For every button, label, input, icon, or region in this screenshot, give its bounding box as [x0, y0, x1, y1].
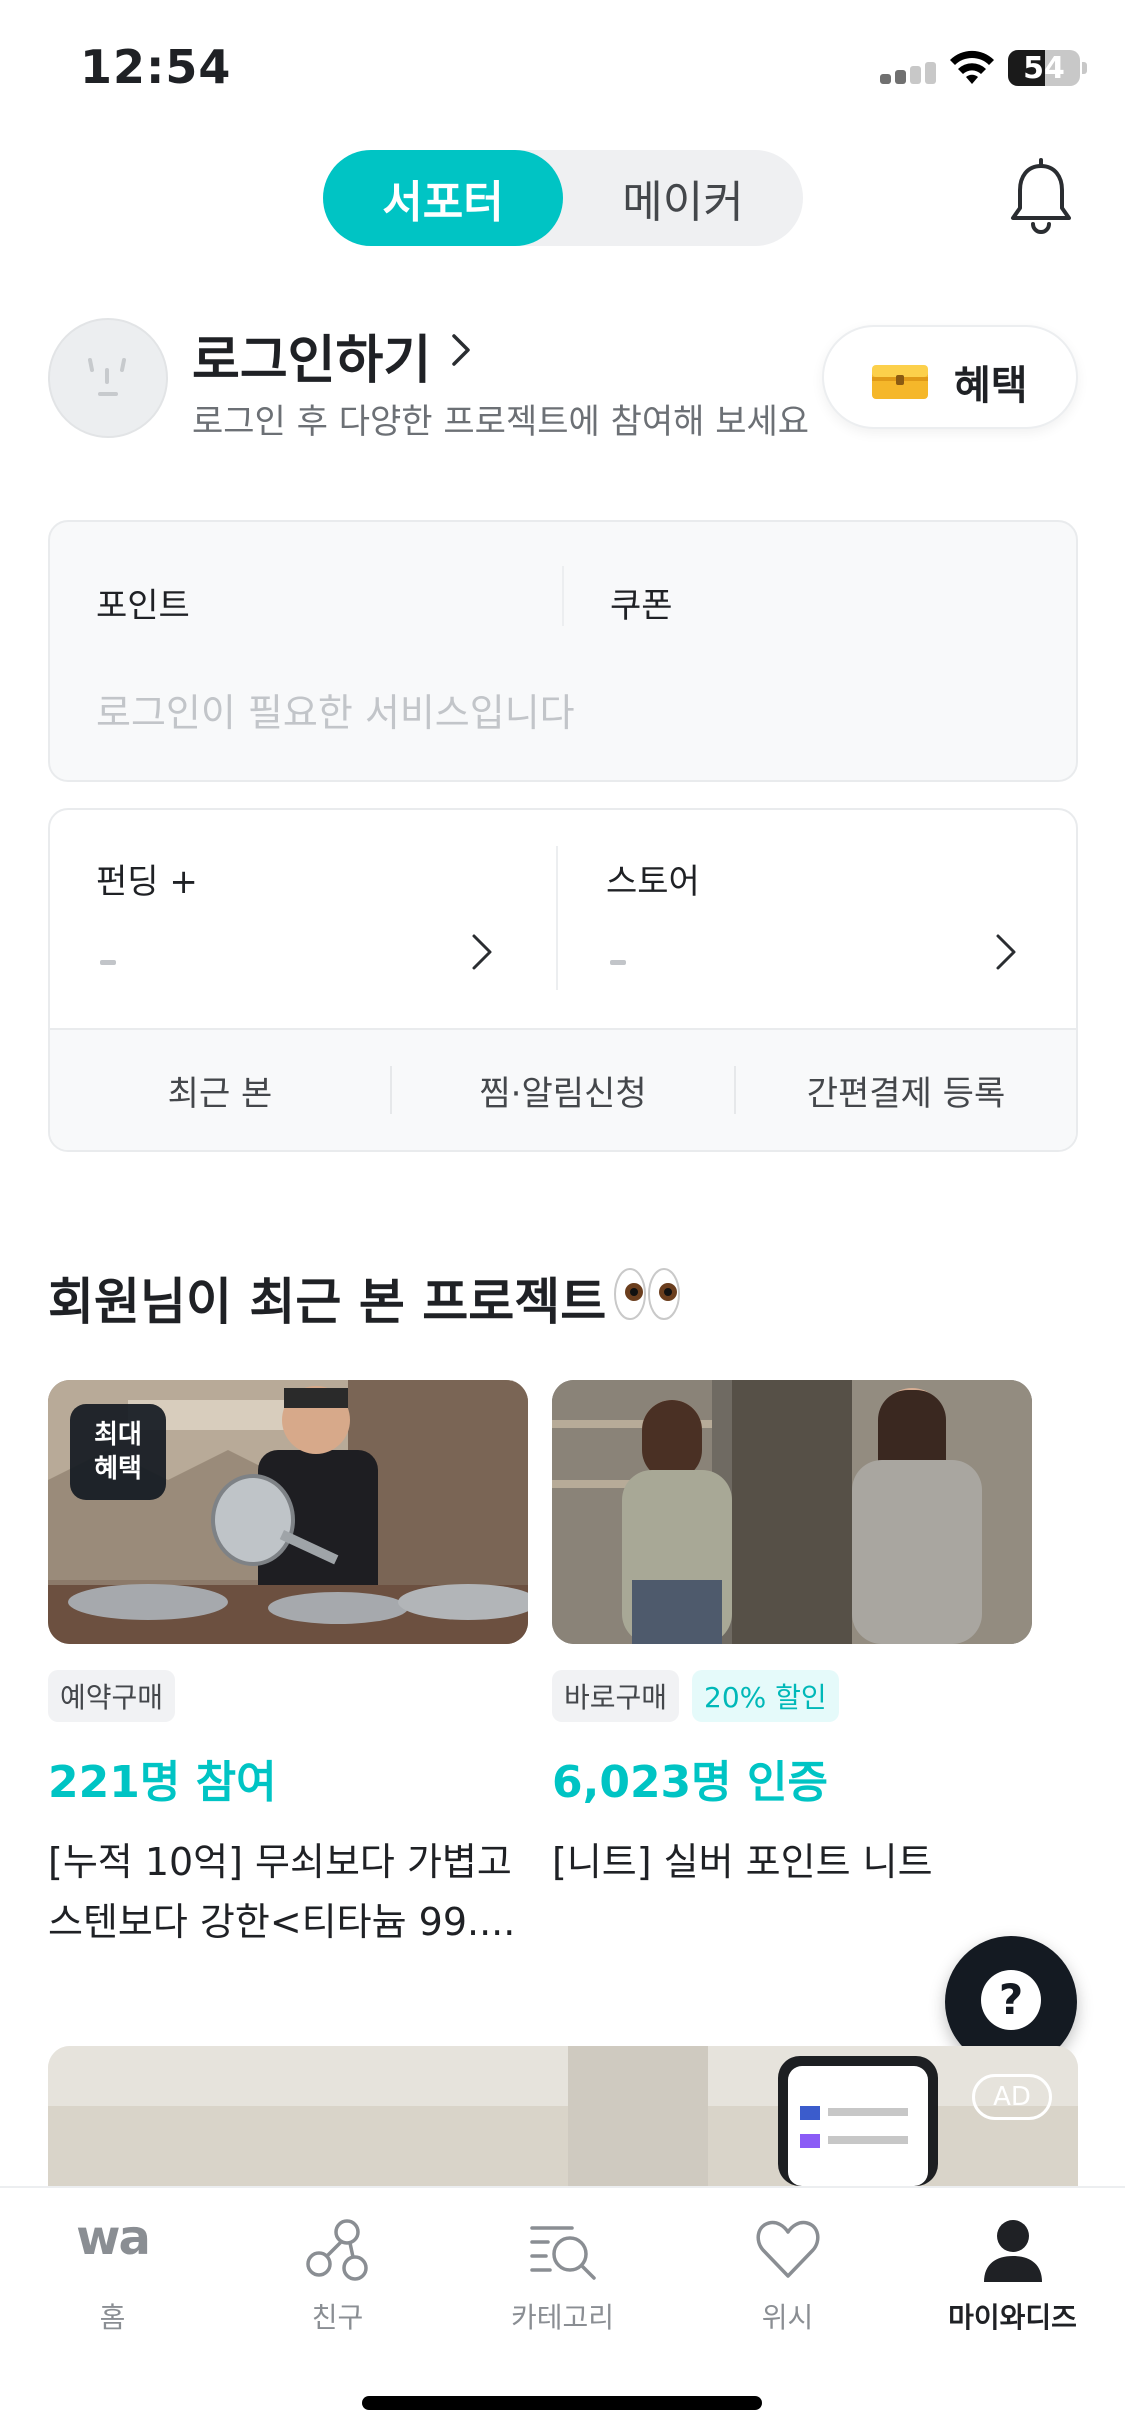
battery-percent: 54 — [1023, 51, 1065, 86]
battery-icon: 54 — [1008, 50, 1080, 86]
benefit-button[interactable]: 혜택 — [822, 325, 1078, 429]
product-title-line-1: [누적 10억] 무쇠보다 가볍고 — [48, 1840, 512, 1884]
tab-home-label: 홈 — [99, 2301, 126, 2334]
benefit-label: 혜택 — [954, 363, 1028, 409]
login-link[interactable]: 로그인하기 — [192, 318, 431, 393]
product-title-knit[interactable]: [니트] 실버 포인트 니트 — [552, 1832, 933, 1892]
notification-bell-icon[interactable] — [1005, 158, 1077, 238]
wishlist-alerts-button[interactable]: 찜·알림신청 — [392, 1030, 734, 1150]
status-time: 12:54 — [80, 40, 232, 94]
tab-my-wadiz-label: 마이와디즈 — [948, 2301, 1077, 2334]
badge-line-2: 혜택 — [94, 1454, 142, 1484]
treasure-chest-icon — [872, 365, 928, 399]
easy-pay-register-button[interactable]: 간편결제 등록 — [736, 1030, 1076, 1150]
funding-chevron-right-icon[interactable] — [470, 930, 494, 974]
question-icon: ? — [981, 1970, 1041, 2030]
battery-tip — [1082, 62, 1087, 74]
points-coupon-card: 포인트 쿠폰 로그인이 필요한 서비스입니다 — [48, 520, 1078, 782]
participants-count: 221명 참여 — [48, 1757, 277, 1808]
home-indicator — [362, 2396, 762, 2410]
coupon-label[interactable]: 쿠폰 — [610, 578, 673, 627]
tab-friends[interactable]: 친구 — [225, 2188, 450, 2338]
toggle-supporter[interactable]: 서포터 — [323, 150, 563, 246]
eyes-icon — [614, 1268, 680, 1320]
ad-banner[interactable] — [48, 2046, 1078, 2186]
product-title-line-2: 스텐보다 강한<티타늄 99.... — [48, 1900, 516, 1944]
product-title-cookware[interactable]: [누적 10억] 무쇠보다 가볍고 스텐보다 강한<티타늄 99.... — [48, 1832, 515, 1952]
person-icon — [983, 2220, 1042, 2282]
funding-label[interactable]: 펀딩 + — [96, 854, 198, 903]
verified-count: 6,023명 인증 — [552, 1757, 828, 1808]
mode-toggle[interactable]: 서포터 메이커 — [323, 150, 803, 246]
heart-icon — [755, 2220, 820, 2278]
tab-my-wadiz[interactable]: 마이와디즈 — [900, 2188, 1125, 2338]
tag-buy-now: 바로구매 — [552, 1670, 680, 1722]
tag-preorder: 예약구매 — [48, 1670, 176, 1722]
divider — [556, 846, 558, 990]
product-title-line-1: [니트] 실버 포인트 니트 — [552, 1840, 933, 1884]
funding-value — [100, 960, 116, 965]
divider — [562, 566, 564, 626]
avatar[interactable] — [48, 318, 168, 438]
tab-category-label: 카테고리 — [510, 2301, 615, 2334]
max-benefit-badge: 최대 혜택 — [70, 1404, 166, 1500]
tab-friends-label: 친구 — [311, 2301, 364, 2334]
cellular-signal-icon — [880, 62, 936, 84]
store-chevron-right-icon[interactable] — [994, 930, 1018, 974]
tab-home[interactable]: wa 홈 — [0, 2188, 225, 2338]
toggle-maker[interactable]: 메이커 — [563, 150, 803, 246]
badge-line-1: 최대 — [94, 1420, 142, 1450]
store-value — [610, 960, 626, 965]
recently-viewed-button[interactable]: 최근 본 — [50, 1030, 390, 1150]
tab-wish-label: 위시 — [761, 2301, 814, 2334]
shortcut-row: 최근 본 찜·알림신청 간편결제 등록 — [50, 1028, 1076, 1150]
friends-icon — [305, 2219, 368, 2281]
recent-projects-title: 회원님이 최근 본 프로젝트 — [48, 1273, 607, 1331]
ad-label: AD — [972, 2074, 1052, 2120]
product-thumbnail-cookware[interactable]: 최대 혜택 — [48, 1380, 528, 1644]
points-label[interactable]: 포인트 — [96, 578, 190, 627]
status-bar: 12:54 54 — [0, 0, 1125, 130]
ad-banner-image — [48, 2046, 1078, 2186]
wifi-icon — [950, 50, 994, 84]
tag-discount: 20% 할인 — [692, 1670, 839, 1722]
tab-wish[interactable]: 위시 — [675, 2188, 900, 2338]
wadiz-logo-icon: wa — [76, 2210, 151, 2266]
category-search-icon — [529, 2226, 596, 2280]
tab-category[interactable]: 카테고리 — [450, 2188, 675, 2338]
store-label[interactable]: 스토어 — [606, 854, 700, 903]
login-subtitle: 로그인 후 다양한 프로젝트에 참여해 보세요 — [192, 402, 810, 442]
funding-store-card: 펀딩 + 스토어 최근 본 찜·알림신청 간편결제 등록 — [48, 808, 1078, 1152]
knit-models-image — [552, 1380, 1032, 1644]
login-required-text: 로그인이 필요한 서비스입니다 — [96, 691, 575, 735]
chevron-right-icon[interactable] — [448, 330, 474, 370]
product-thumbnail-knit[interactable] — [552, 1380, 1032, 1644]
avatar-face-icon — [88, 358, 126, 396]
